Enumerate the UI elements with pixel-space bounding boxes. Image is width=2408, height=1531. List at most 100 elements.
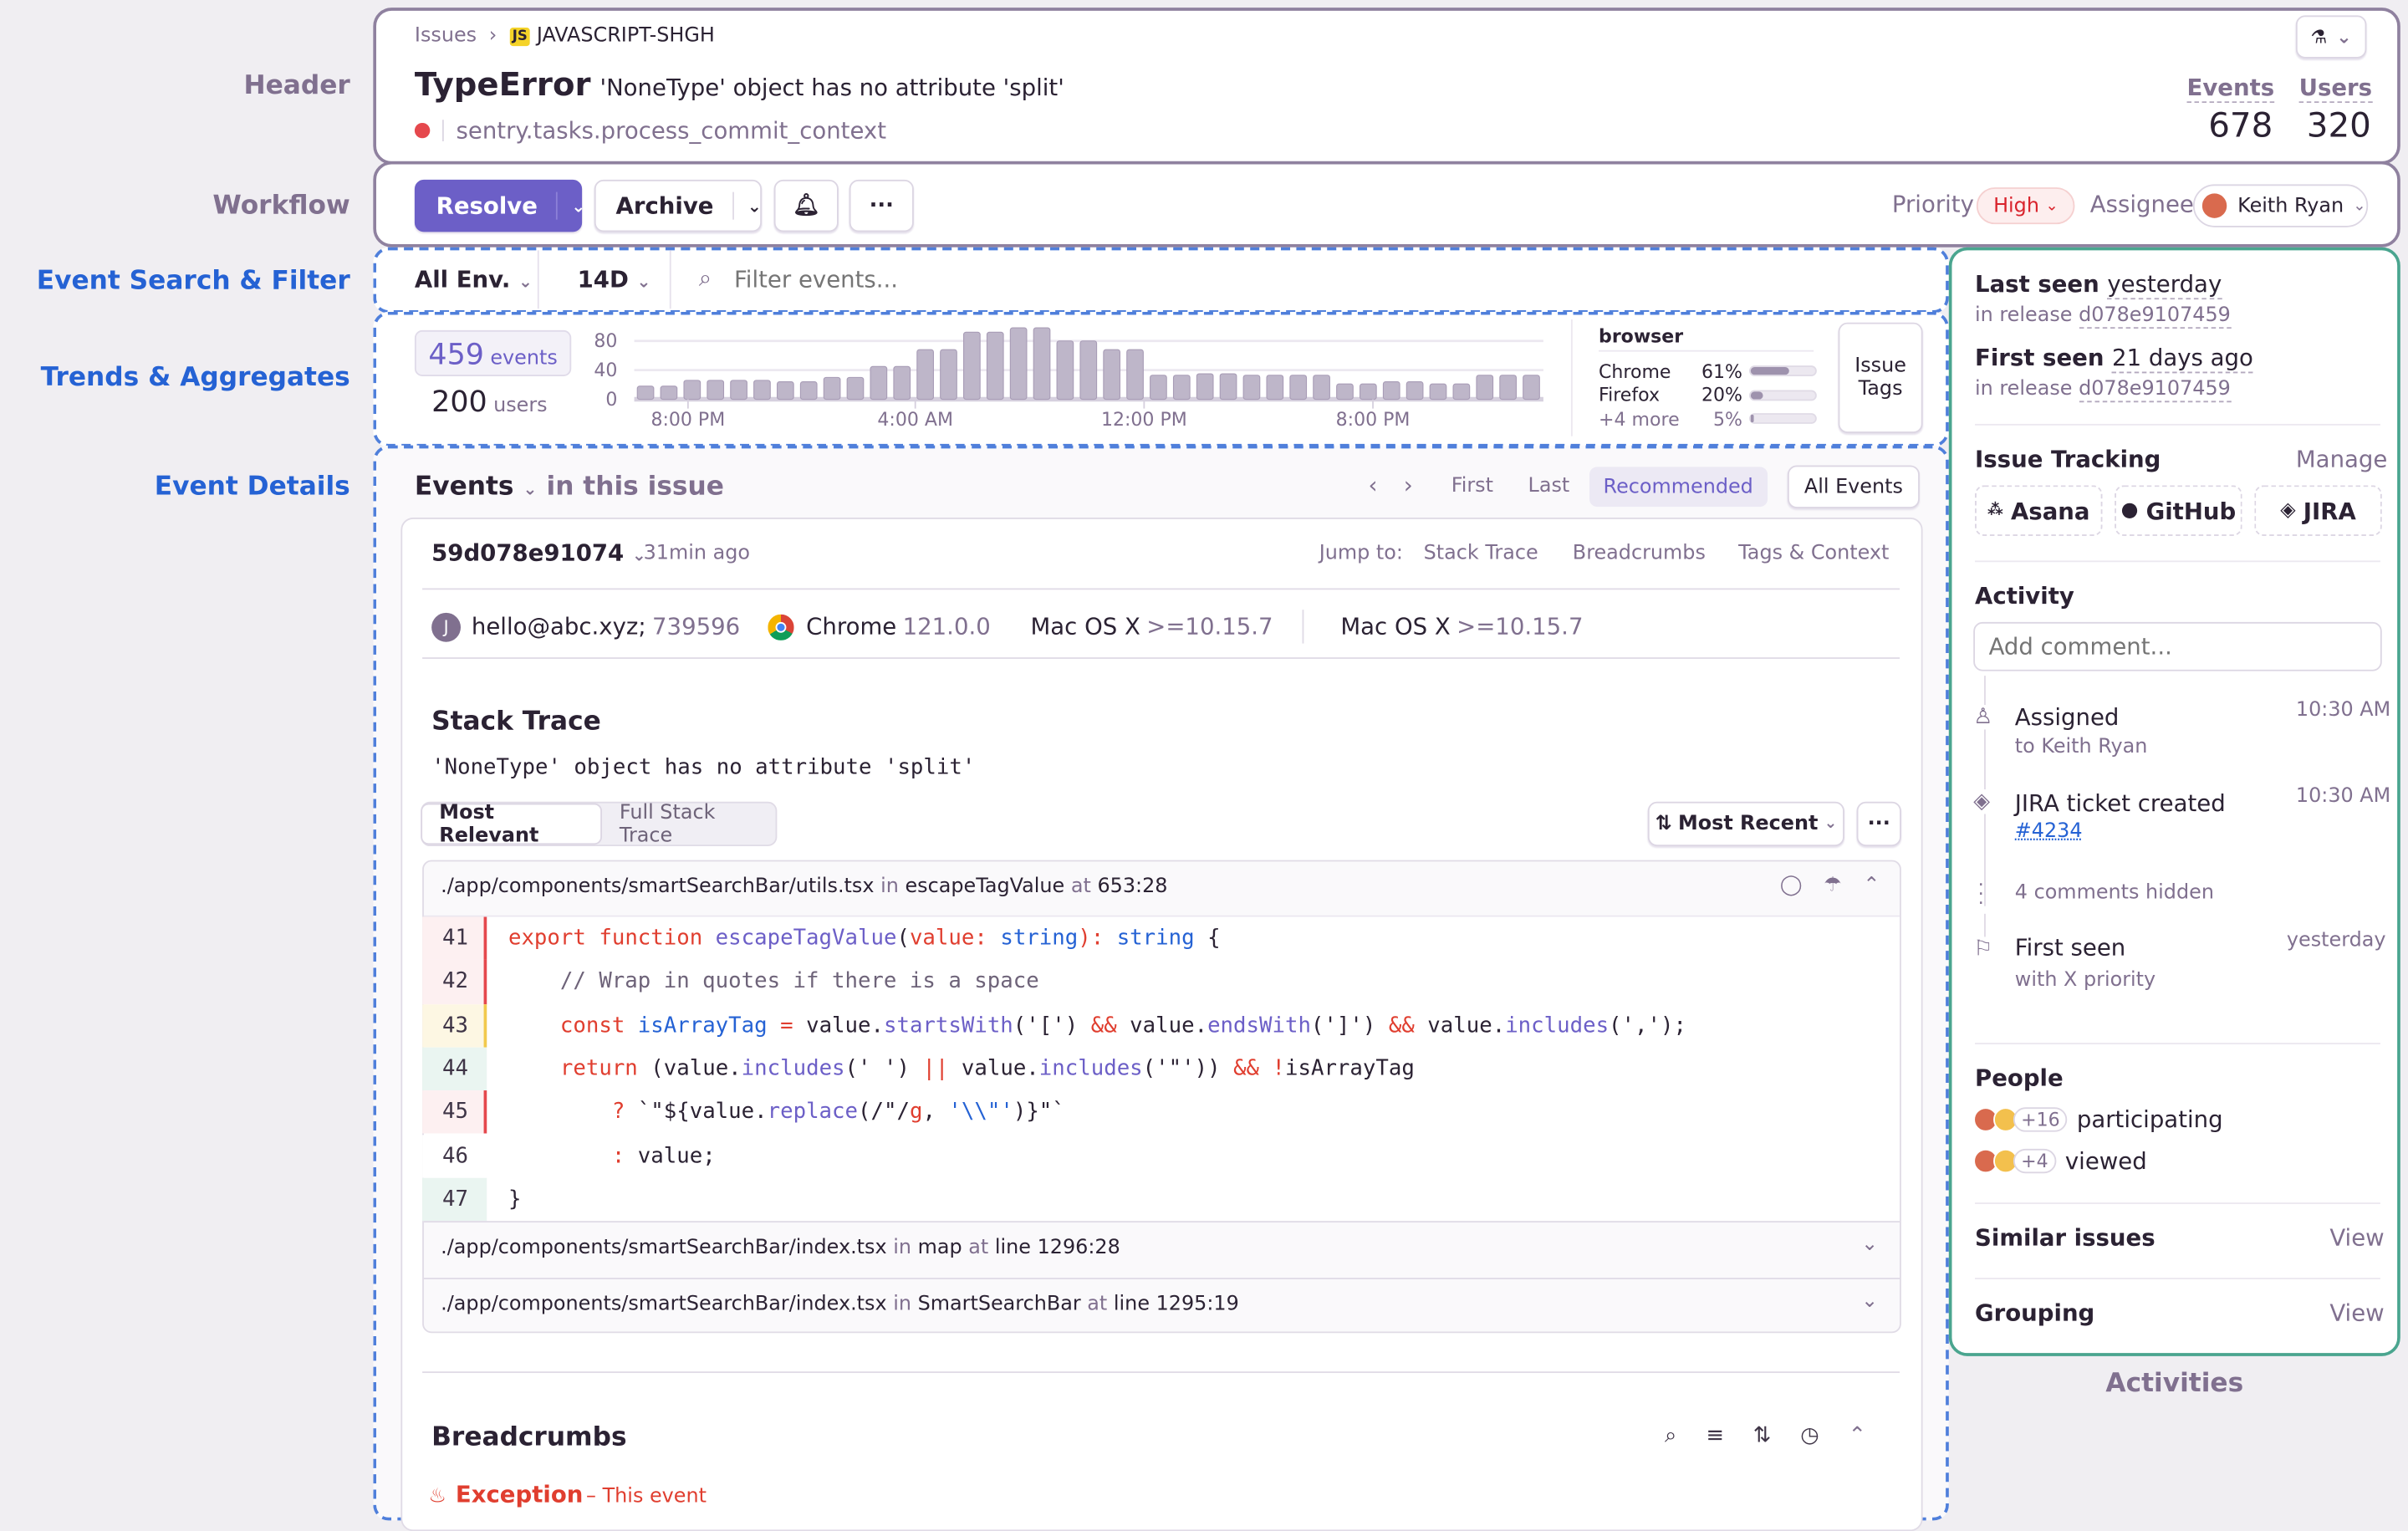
sort-icon[interactable]: ⇅ bbox=[1753, 1424, 1772, 1448]
bell-icon: 🔔︎ bbox=[792, 193, 820, 218]
breadcrumb-issues[interactable]: Issues bbox=[415, 24, 477, 48]
chart-bar bbox=[963, 331, 981, 401]
stack-options-button[interactable]: ··· bbox=[1856, 801, 1901, 847]
open-in-editor-icon[interactable]: ☂ bbox=[1824, 874, 1841, 897]
search-icon[interactable]: ⌕ bbox=[1665, 1424, 1676, 1448]
breadcrumbs-title: Breadcrumbs bbox=[431, 1421, 627, 1453]
chart-bar bbox=[1382, 381, 1400, 401]
github-icon[interactable]: ◯ bbox=[1780, 874, 1803, 897]
chart-bar bbox=[1429, 383, 1447, 401]
line-number: 42 bbox=[422, 960, 487, 1004]
sort-dropdown[interactable]: ⇅ Most Recent ⌄ bbox=[1647, 801, 1844, 847]
last-event-button[interactable]: Last bbox=[1528, 475, 1570, 498]
event-id-dropdown[interactable]: 59d078e91074 ⌄ bbox=[431, 539, 646, 567]
tag-row[interactable]: Chrome 61% bbox=[1599, 360, 1817, 383]
y-tick-label: 0 bbox=[605, 390, 617, 411]
feature-flask-dropdown[interactable]: ⚗ ⌄ bbox=[2295, 15, 2367, 59]
chevron-down-icon[interactable]: ⌄ bbox=[1861, 1290, 1878, 1314]
javascript-platform-icon: JS bbox=[509, 27, 531, 46]
subscribe-bell-button[interactable]: 🔔︎ bbox=[773, 179, 839, 232]
code-text: } bbox=[508, 1187, 522, 1212]
activity-title: Activity bbox=[1975, 582, 2074, 610]
jump-stack-trace[interactable]: Stack Trace bbox=[1424, 542, 1538, 565]
participants[interactable]: +16 participating bbox=[1973, 1105, 2223, 1134]
recommended-event-button[interactable]: Recommended bbox=[1589, 467, 1768, 508]
tag-row[interactable]: +4 more 5% bbox=[1599, 407, 1817, 431]
more-actions-button[interactable]: ··· bbox=[849, 179, 914, 232]
line-number: 46 bbox=[422, 1134, 487, 1178]
chart-bar bbox=[1242, 375, 1261, 401]
frame-header[interactable]: ./app/components/smartSearchBar/utils.ts… bbox=[441, 875, 1167, 899]
previous-event-button[interactable]: ‹ bbox=[1369, 472, 1378, 499]
jira-ticket-link[interactable]: #4234 bbox=[2015, 820, 2083, 844]
all-events-button[interactable]: All Events bbox=[1787, 465, 1920, 508]
chevron-right-icon: › bbox=[488, 24, 497, 48]
grouping-view[interactable]: View bbox=[2329, 1299, 2384, 1327]
annotation-details: Event Details bbox=[154, 471, 350, 503]
frame-header[interactable]: ./app/components/smartSearchBar/index.ts… bbox=[441, 1237, 1120, 1260]
asana-button[interactable]: ⁂ Asana bbox=[1975, 485, 2103, 537]
events-count-toggle[interactable]: 459 events bbox=[414, 329, 572, 376]
breadcrumb-exception: ♨ Exception – This event bbox=[428, 1480, 707, 1508]
frame-header[interactable]: ./app/components/smartSearchBar/index.ts… bbox=[441, 1294, 1239, 1317]
culprit-text: sentry.tasks.process_commit_context bbox=[456, 116, 887, 145]
viewers[interactable]: +4 viewed bbox=[1973, 1147, 2147, 1175]
code-text: const isArrayTag = value.startsWith('[')… bbox=[559, 1013, 1686, 1039]
code-line: 42 // Wrap in quotes if there is a space bbox=[422, 960, 1900, 1004]
next-event-button[interactable]: › bbox=[1404, 472, 1413, 499]
archive-button[interactable]: Archive ⌄ bbox=[594, 179, 763, 232]
tab-full-stack-trace[interactable]: Full Stack Trace bbox=[603, 801, 776, 847]
manage-link[interactable]: Manage bbox=[2296, 446, 2387, 473]
period-dropdown[interactable]: 14D ⌄ bbox=[578, 266, 651, 293]
chart-bar bbox=[1172, 375, 1191, 401]
chart-bar bbox=[1196, 373, 1214, 401]
tab-most-relevant[interactable]: Most Relevant bbox=[421, 801, 603, 847]
jira-button[interactable]: ◈ JIRA bbox=[2254, 485, 2382, 537]
chevron-down-icon[interactable]: ⌄ bbox=[523, 479, 538, 499]
assignee-dropdown[interactable]: Keith Ryan ⌄ bbox=[2192, 184, 2369, 227]
chart-bar bbox=[1359, 383, 1377, 401]
archive-label[interactable]: Archive bbox=[596, 191, 734, 220]
chart-bar bbox=[1126, 349, 1144, 401]
issue-tags-button[interactable]: Issue Tags bbox=[1838, 322, 1923, 433]
filter-icon[interactable]: ≡ bbox=[1706, 1424, 1724, 1448]
code-line: 41 export function escapeTagValue(value: … bbox=[422, 916, 1900, 961]
environment-dropdown[interactable]: All Env. ⌄ bbox=[415, 266, 533, 293]
users-count-toggle[interactable]: 200 users bbox=[431, 385, 548, 419]
jump-tags-context[interactable]: Tags & Context bbox=[1738, 542, 1889, 565]
user-avatar-icon: J bbox=[431, 611, 462, 641]
chevron-down-icon: ⌄ bbox=[1824, 815, 1838, 833]
chevron-down-icon: ⌄ bbox=[518, 272, 533, 292]
tag-row[interactable]: Firefox 20% bbox=[1599, 383, 1817, 406]
priority-dropdown[interactable]: High ⌄ bbox=[1976, 187, 2075, 225]
annotation-search: Event Search & Filter bbox=[36, 265, 350, 297]
chart-bar bbox=[660, 385, 678, 401]
chevron-up-icon[interactable]: ⌃ bbox=[1863, 874, 1880, 897]
users-label[interactable]: Users bbox=[2298, 74, 2373, 104]
users-count: 320 bbox=[2306, 107, 2371, 146]
jira-icon: ◈ bbox=[2280, 498, 2296, 523]
tag-percent: 61% bbox=[1701, 360, 1742, 382]
assignee-label: Assignee bbox=[2089, 190, 2194, 218]
resolve-button[interactable]: Resolve ⌄ bbox=[414, 179, 585, 232]
chart-bar bbox=[1313, 375, 1330, 401]
chevron-down-icon[interactable]: ⌄ bbox=[558, 196, 585, 216]
comments-hidden[interactable]: 4 comments hidden bbox=[2015, 881, 2214, 905]
chevron-up-icon[interactable]: ⌃ bbox=[1849, 1424, 1867, 1448]
filter-events-input[interactable] bbox=[733, 261, 1901, 299]
jump-breadcrumbs[interactable]: Breadcrumbs bbox=[1573, 542, 1706, 565]
time-format-icon[interactable]: ◷ bbox=[1800, 1424, 1819, 1448]
annotation-workflow: Workflow bbox=[212, 190, 350, 222]
first-event-button[interactable]: First bbox=[1451, 475, 1493, 498]
resolve-label[interactable]: Resolve bbox=[416, 191, 558, 220]
context-browser: Chrome bbox=[806, 612, 897, 640]
events-dropdown[interactable]: Events bbox=[415, 472, 514, 503]
similar-issues-view[interactable]: View bbox=[2329, 1224, 2384, 1252]
events-label[interactable]: Events bbox=[2186, 74, 2274, 104]
chevron-down-icon[interactable]: ⌄ bbox=[1861, 1233, 1878, 1257]
code-line: 46 : value; bbox=[422, 1134, 1900, 1178]
chevron-down-icon[interactable]: ⌄ bbox=[733, 196, 762, 216]
code-text: return (value.includes(' ') || value.inc… bbox=[559, 1056, 1415, 1082]
add-comment-input[interactable] bbox=[1973, 621, 2382, 671]
github-button[interactable]: ● GitHub bbox=[2115, 485, 2242, 537]
